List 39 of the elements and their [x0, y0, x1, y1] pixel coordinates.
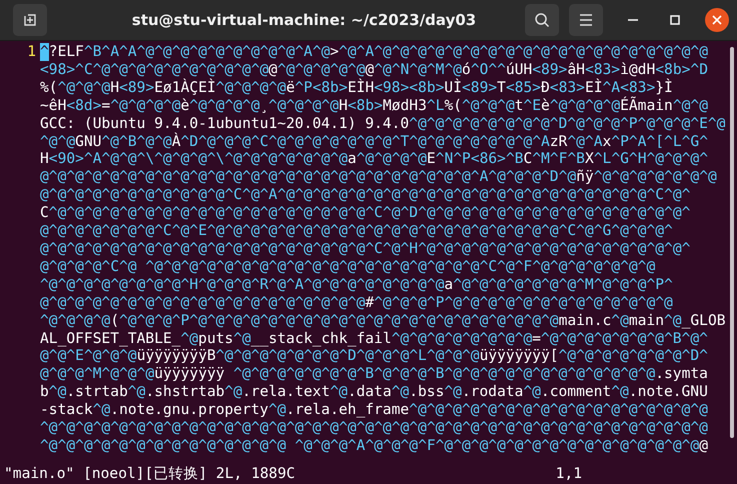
code-line: @^@^@^@^@^@^@^@^@^@^@^C^@^A^@^@^@^@^@^@^@^@^@^@^@^@^@^@^@^@^@^@^@^@^@^C^@^: [40, 186, 690, 204]
code-line: ^@^@^@^@^@^@^@^@^@^@^@^@^@^@ ^@^@^@^A^@^@^@^F^@^@^@^@^@^@^@^@^@^@^@^@^@^@^@@: [40, 436, 708, 455]
code-line: @^@^@^@^@^@^@^C^@^E^@^@^@^@^@^@^@^@^@^@^@^@^@^@^@^@^@^@^@^@^C^@^G^@^@^@^: [40, 222, 673, 240]
close-button[interactable]: [705, 8, 729, 32]
text-cursor: ^: [40, 43, 49, 61]
cursor-position: 1,1: [556, 464, 582, 482]
status-message: "main.o" [noeol][已转换] 2L, 1889C: [4, 464, 296, 482]
code-line: ^@^@^@^@(^@^@^@^P^@^@^@^@^@^@^@^@^@^@^@^@^@^@^@^@^@^@^@^@^@main.c^@main^@_GLOB: [40, 312, 726, 330]
code-line: ?ELF^B^A^A^@^@^@^@^@^@^@^@^@^A^@>^@^A^@^@^@^@^@^@^@^@^@^@^@^@^@^@^@^@^@^@^@: [48, 43, 708, 61]
code-line: @^@^@^@^@^@^@^@^@^@^@^@^@^@^@^@^@^@^@#^@^@^@^P^@^@^@^@^@^@^@^@^@^@^@^@^@: [40, 294, 673, 312]
code-line: ^@^@^@^@^@^@^@^@^@^@^@^@^@^@^@^@^@^@^@^@^@^@^@^@^@^@^@^@^@^@^@^@^@^@^@^@^@^@: [40, 419, 708, 437]
code-line: @^@^E^@^@^@üÿÿÿÿÿÿÿB^@^@^@^@^@^@^@^D^@^@^@^L^@^@^@üÿÿÿÿÿÿÿ[^@^@^@^@^@^@^@^D^: [40, 347, 708, 366]
code-line: b^@.strtab^@.shstrtab^@.rela.text^@.data^@.bss^@.rodata^@.comment^@.note.GNU: [40, 383, 708, 402]
search-button[interactable]: [525, 4, 559, 36]
code-line: C^@^@^@^@^@^@^@^@^@^@^@^@^@^@^@^@^@^@^C^@^D^@^@^@^@^@^@^@^@^@^@^@^@^@^@^@^: [40, 204, 690, 222]
code-line: @^@^@^@^@^@^@^@^@^@^@^@^@^@^@^@^@^@^@^@^@^@^@^@^@^A^@^@^@^D^@ñÿ^@^@^@^@^@^@^@: [40, 168, 717, 186]
code-line: AL_OFFSET_TABLE_^@puts^@__stack_chk_fail^@^@^@^@^@^@^@^@=^@^@^@^@^@^@^@^B^@^: [40, 330, 708, 348]
menu-button[interactable]: [569, 4, 603, 36]
code-line: ~êH<8d>=^@^@^@^@è^@^@^@^@¸^@^@^@^@H<8b>MødH3^L%(^@^@^@t^Eè^@^@^@^@ÉÃmain^@^@: [40, 96, 708, 115]
code-line: GCC: (Ubuntu 9.4.0-1ubuntu1~20.04.1) 9.4.0^@^@^@^@^@^@^@^@^D^@^@^@^P^@^@^@^E^@: [40, 114, 726, 132]
line-number: 1: [27, 43, 36, 61]
window-title: stu@stu-virtual-machine: ~/c2023/day03: [130, 11, 478, 29]
maximize-icon: [670, 15, 680, 25]
code-line: -stack^@.note.gnu.property^@.rela.eh_frame^@^@^@^@^@^@^@^@^@^@^@^@^@^@^@^@^@: [40, 401, 708, 420]
code-line: @^@^@^@^@^@^@^@^@^@^@^@^@^@^@^@^@^@^@^C^@^H^@^@^@^@^@^@^@^@^@^@^@^@^@^@^@^: [40, 240, 690, 258]
code-line: ^@^@GNU^@^B^@^@À^D^@^@^@^C^@^@^@^@^@^@^@^T^@^@^@^@^@^@^@^AzR^@^Ax^P^A^[^L^G^: [40, 132, 708, 150]
code-line: @^@^@^M^@^@^@üÿÿÿÿÿÿÿ ^@^@^@^@^@^@^@^B^@^@^@^B^@^@^@^@^@^@^@^@^@^@^@^@.symta: [40, 365, 708, 384]
code-line: <98>^C^@^@^@^@^@^@^@^@^@^@@^@^@^@^@^@@^@^N^@^M^@ó^O^^úUH<89>âH<83>ì@dH<8b>^D: [40, 60, 708, 78]
new-tab-button[interactable]: [13, 4, 47, 36]
menu-icon: [579, 14, 593, 26]
scrollbar[interactable]: [730, 47, 734, 438]
minimize-icon: [628, 19, 638, 21]
code-line: @^@^@^@^C^@ ^@^@^@^@^@^@^@^@^@^@^@^@^@^@^@^@^@^@^@^C^@^F^@^@^@^@^@^@^@: [40, 258, 656, 276]
code-line: ^@^@^@^@^@^@^@^@^H^@^@^@^R^@^A^@^@^@^@^@^@^@^@a^@^@^@^@^@^@^@^M^@^@^@^P^: [40, 276, 673, 294]
search-icon: [534, 12, 550, 28]
code-line: %(^@^@^@H<89>Eø1ÀÇEÌ^@^@^@^@ë^P<8b>EÌH<98><8b>UÌ<89>T<85>Ð<83>EÌ^A<83>}Ì: [40, 78, 673, 96]
close-icon: [712, 15, 722, 25]
code-line: H<90>^A^@^@^\^@^@^@^\^@^@^@^@^@^@^@a^@^@^@^@E^N^P<86>^BC^M^F^BX^L^G^H^@^@^@^: [40, 150, 708, 168]
new-tab-icon: [22, 12, 38, 28]
